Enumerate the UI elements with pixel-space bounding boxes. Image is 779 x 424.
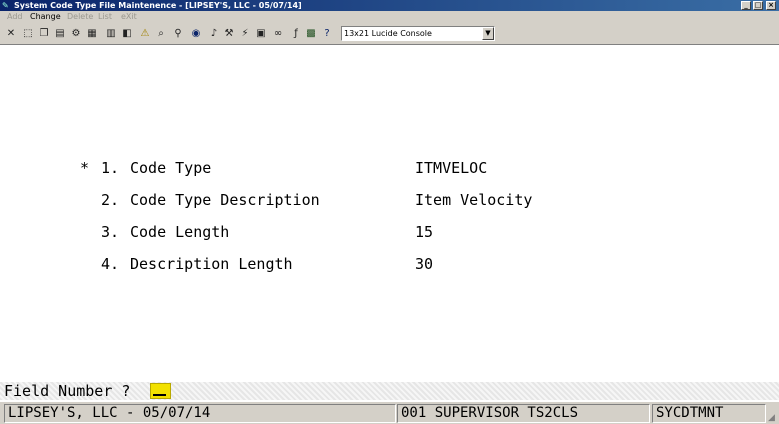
- menu-bar: Add Change Delete List eXit: [0, 11, 779, 23]
- record-icon[interactable]: ⚡: [238, 26, 252, 41]
- status-company: LIPSEY'S, LLC - 05/07/14: [8, 405, 211, 421]
- status-program: SYCDTMNT: [656, 405, 724, 421]
- field-number-input[interactable]: [150, 383, 171, 399]
- status-session: 001 SUPERVISOR TS2CLS: [401, 405, 579, 421]
- required-marker: *: [80, 159, 90, 177]
- minimize-button[interactable]: _: [741, 1, 751, 10]
- title-bar: ✎ System Code Type File Maintenence - [L…: [0, 0, 779, 11]
- close-button[interactable]: ×: [766, 1, 776, 10]
- field-3-value: 15: [415, 223, 434, 241]
- chevron-down-icon[interactable]: ▼: [482, 27, 494, 40]
- field-2-number: 2.: [101, 191, 120, 209]
- capture-icon[interactable]: ◧: [120, 26, 134, 41]
- help-icon[interactable]: ?: [320, 26, 334, 41]
- field-3-number: 3.: [101, 223, 120, 241]
- tools-icon[interactable]: ⚒: [222, 26, 236, 41]
- close-icon[interactable]: ✕: [4, 26, 18, 41]
- zoom-icon[interactable]: ⚲: [171, 26, 185, 41]
- link-icon[interactable]: ∞: [271, 26, 285, 41]
- macro-icon[interactable]: ♪: [207, 26, 221, 41]
- menu-change[interactable]: Change: [30, 11, 61, 23]
- prompt-label: Field Number ?: [4, 382, 131, 400]
- document-icon[interactable]: ▥: [104, 26, 118, 41]
- field-4-number: 4.: [101, 255, 120, 273]
- toolbar: ✕ ⬚ ❐ ▤ ⚙ ▦ ▥ ◧ ⚠ ⌕ ⚲ ◉ ♪ ⚒ ⚡ ▣ ∞ ƒ ▩ ? …: [0, 23, 779, 45]
- window-title: System Code Type File Maintenence - [LIP…: [14, 1, 302, 10]
- menu-add[interactable]: Add: [7, 11, 23, 23]
- resize-grip-icon[interactable]: ◢: [768, 413, 778, 423]
- app-icon: ✎: [2, 1, 9, 10]
- play-icon[interactable]: ▣: [254, 26, 268, 41]
- status-bar: LIPSEY'S, LLC - 05/07/14 001 SUPERVISOR …: [0, 401, 779, 424]
- field-4-value: 30: [415, 255, 434, 273]
- status-program-pane: SYCDTMNT: [652, 404, 766, 423]
- paste-icon[interactable]: ▤: [53, 26, 67, 41]
- field-4-label: Description Length: [130, 255, 293, 273]
- prompt-line: Field Number ?: [0, 382, 779, 400]
- font-select-value: 13x21 Lucide Console: [344, 29, 432, 38]
- settings-icon[interactable]: ⚙: [69, 26, 83, 41]
- menu-delete[interactable]: Delete: [67, 11, 93, 23]
- status-session-pane: 001 SUPERVISOR TS2CLS: [397, 404, 650, 423]
- print-icon[interactable]: ▦: [85, 26, 99, 41]
- run-icon[interactable]: ◉: [189, 26, 203, 41]
- maximize-button[interactable]: □: [753, 1, 763, 10]
- status-company-pane: LIPSEY'S, LLC - 05/07/14: [4, 404, 396, 423]
- menu-list[interactable]: List: [98, 11, 112, 23]
- select-icon[interactable]: ⬚: [21, 26, 35, 41]
- script-icon[interactable]: ƒ: [289, 26, 303, 41]
- field-3-label: Code Length: [130, 223, 230, 241]
- field-1-number: 1.: [101, 159, 120, 177]
- field-1-label: Code Type: [130, 159, 212, 177]
- field-1-value: ITMVELOC: [415, 159, 488, 177]
- find-icon[interactable]: ⌕: [154, 26, 168, 41]
- terminal-screen: * 1. Code Type ITMVELOC 2. Code Type Des…: [0, 46, 779, 382]
- copy-icon[interactable]: ❐: [37, 26, 51, 41]
- field-2-value: Item Velocity: [415, 191, 533, 209]
- field-2-label: Code Type Description: [130, 191, 320, 209]
- alert-icon[interactable]: ⚠: [138, 26, 152, 41]
- menu-exit[interactable]: eXit: [121, 11, 137, 23]
- font-select[interactable]: 13x21 Lucide Console ▼: [341, 26, 495, 41]
- keyboard-icon[interactable]: ▩: [304, 26, 318, 41]
